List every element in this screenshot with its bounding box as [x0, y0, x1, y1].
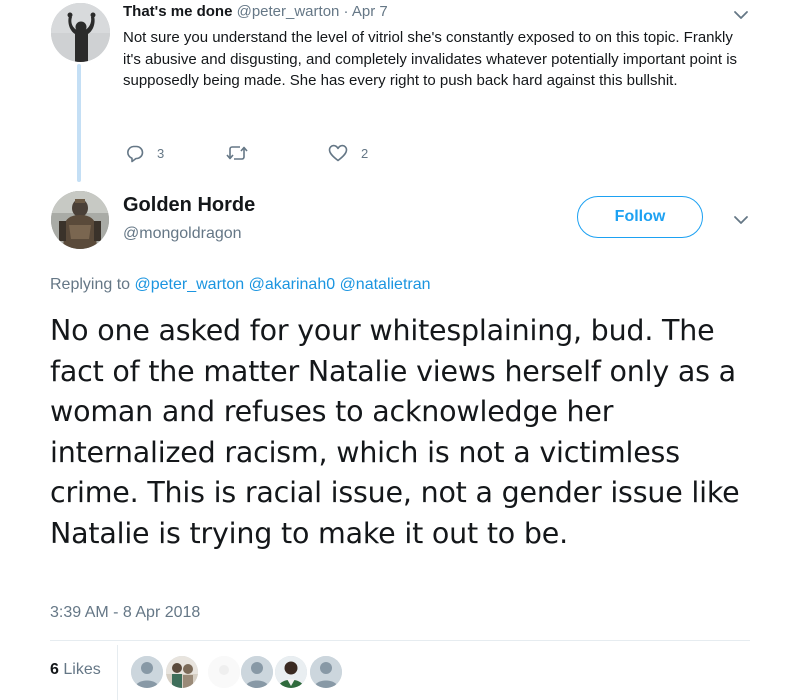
likes-label: Likes: [63, 661, 101, 678]
likes-summary[interactable]: 6 Likes: [50, 661, 101, 679]
divider: [50, 640, 750, 641]
parent-tweet-text: Not sure you understand the level of vit…: [123, 29, 738, 89]
retweet-action[interactable]: [226, 142, 260, 164]
tweet-timestamp[interactable]: 3:39 AM - 8 Apr 2018: [50, 604, 200, 622]
chevron-down-icon[interactable]: [732, 213, 750, 225]
retweet-icon: [226, 143, 248, 163]
main-tweet-text: No one asked for your whitesplaining, bu…: [50, 314, 740, 550]
liker-avatar[interactable]: [131, 656, 163, 688]
reply-action[interactable]: 3: [125, 142, 164, 164]
replying-to-label: Replying to: [50, 276, 131, 293]
likes-count: 6: [50, 661, 59, 678]
chevron-down-icon[interactable]: [732, 8, 750, 20]
reply-count: 3: [157, 145, 165, 161]
like-count: 2: [361, 145, 369, 161]
liker-avatar[interactable]: [310, 656, 342, 688]
reply-icon: [125, 143, 145, 163]
liker-avatar[interactable]: [275, 656, 307, 688]
parent-tweet-header: That's me done @peter_warton · Apr 7: [123, 3, 388, 20]
main-author-avatar[interactable]: [51, 191, 109, 249]
header-separator: ·: [343, 3, 349, 20]
liker-avatar[interactable]: [208, 656, 240, 688]
main-author-name[interactable]: Golden Horde: [123, 194, 255, 217]
liker-avatar[interactable]: [166, 656, 198, 688]
parent-tweet-date[interactable]: Apr 7: [352, 3, 388, 20]
vertical-divider: [117, 645, 118, 700]
follow-button[interactable]: Follow: [577, 196, 703, 238]
liker-avatar[interactable]: [241, 656, 273, 688]
thread-connector-line: [77, 64, 81, 182]
mention-link[interactable]: @peter_warton: [135, 276, 245, 293]
parent-author-name[interactable]: That's me done: [123, 3, 232, 20]
heart-icon: [327, 143, 349, 163]
parent-author-avatar[interactable]: [51, 3, 110, 62]
replying-to-line: Replying to @peter_warton @akarinah0 @na…: [50, 276, 431, 294]
mention-link[interactable]: @akarinah0: [249, 276, 336, 293]
parent-author-handle[interactable]: @peter_warton: [237, 3, 340, 20]
mention-link[interactable]: @natalietran: [340, 276, 431, 293]
like-action[interactable]: 2: [327, 142, 368, 164]
main-author-handle[interactable]: @mongoldragon: [123, 225, 242, 243]
